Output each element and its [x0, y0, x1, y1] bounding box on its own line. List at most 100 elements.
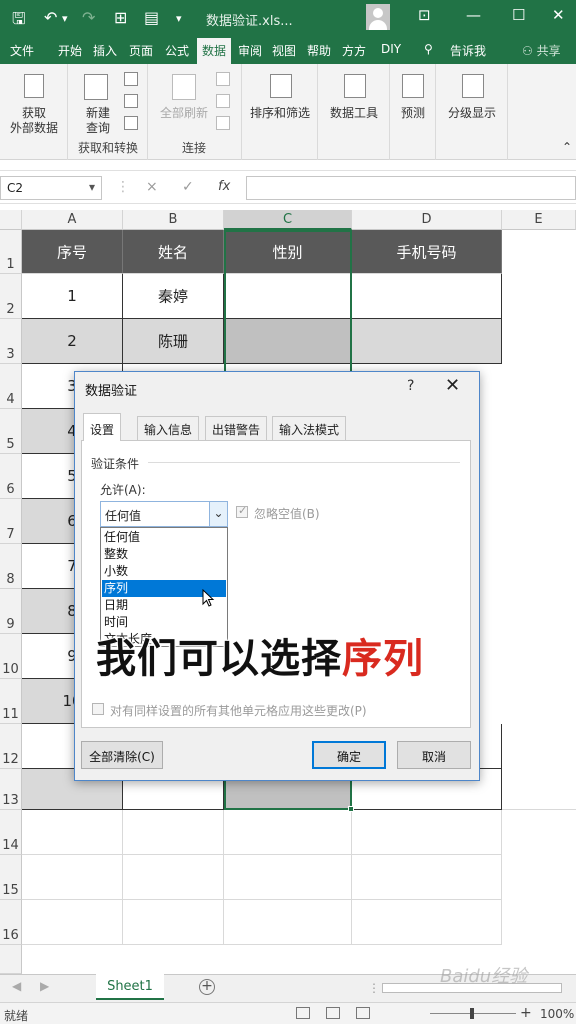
- page-layout-view-icon[interactable]: [326, 1007, 340, 1019]
- row-header[interactable]: 14: [0, 810, 22, 855]
- column-header-a[interactable]: A: [22, 210, 123, 230]
- row-header[interactable]: 2: [0, 274, 22, 319]
- dialog-tab-ime-mode[interactable]: 输入法模式: [272, 416, 347, 440]
- column-header-b[interactable]: B: [123, 210, 224, 230]
- table-cell[interactable]: [352, 274, 502, 319]
- row-header[interactable]: 3: [0, 319, 22, 364]
- row-header[interactable]: 5: [0, 409, 22, 454]
- option-whole-number[interactable]: 整数: [102, 546, 226, 563]
- allow-select[interactable]: 任何值 ⌄: [100, 501, 228, 527]
- cell[interactable]: [22, 900, 123, 945]
- minimize-icon[interactable]: —: [466, 6, 481, 24]
- sort-filter-button[interactable]: 排序和筛选: [246, 106, 314, 121]
- cancel-formula-icon[interactable]: ×: [146, 179, 158, 195]
- row-header[interactable]: 16: [0, 900, 22, 945]
- undo-dropdown-icon[interactable]: ▾: [62, 12, 68, 25]
- fill-handle[interactable]: [348, 806, 354, 812]
- select-all-corner[interactable]: [0, 210, 22, 230]
- zoom-in-icon[interactable]: +: [520, 1005, 532, 1021]
- row-header[interactable]: 12: [0, 724, 22, 769]
- undo-icon[interactable]: ↶: [44, 8, 57, 27]
- scroll-left-icon[interactable]: ◀: [12, 979, 21, 993]
- option-any-value[interactable]: 任何值: [102, 529, 226, 546]
- tab-review[interactable]: 审阅: [238, 42, 262, 59]
- row-header[interactable]: 11: [0, 679, 22, 724]
- customize-quick-access-icon[interactable]: ▾: [176, 12, 182, 25]
- table-cell[interactable]: [352, 319, 502, 364]
- cell[interactable]: [352, 900, 502, 945]
- refresh-all-button[interactable]: 全部刷新: [154, 106, 214, 121]
- data-tools-button[interactable]: 数据工具: [322, 106, 386, 121]
- table-cell[interactable]: [224, 319, 352, 364]
- table-cell[interactable]: 2: [22, 319, 123, 364]
- table-header-cell[interactable]: 姓名: [123, 230, 224, 274]
- row-header[interactable]: 4: [0, 364, 22, 409]
- recent-sources-icon[interactable]: [124, 116, 138, 130]
- column-header-d[interactable]: D: [352, 210, 502, 230]
- table-cell[interactable]: 陈珊: [123, 319, 224, 364]
- tab-diy[interactable]: DIY: [381, 42, 401, 56]
- cell[interactable]: [352, 855, 502, 900]
- maximize-icon[interactable]: ☐: [512, 6, 525, 24]
- connections-icon[interactable]: [216, 72, 230, 86]
- tab-insert[interactable]: 插入: [93, 42, 117, 59]
- zoom-slider-knob[interactable]: [470, 1008, 474, 1019]
- scroll-right-icon[interactable]: ▶: [40, 979, 49, 993]
- row-header[interactable]: 8: [0, 544, 22, 589]
- dialog-close-icon[interactable]: ✕: [445, 375, 460, 396]
- row-header[interactable]: 9: [0, 589, 22, 634]
- column-header-c[interactable]: C: [224, 210, 352, 230]
- tab-fangfang[interactable]: 方方: [342, 42, 366, 59]
- cell[interactable]: [224, 810, 352, 855]
- normal-view-icon[interactable]: [296, 1007, 310, 1019]
- cell[interactable]: [22, 855, 123, 900]
- row-header[interactable]: 10: [0, 634, 22, 679]
- share-button[interactable]: ⚇ 共享: [522, 42, 561, 59]
- cell[interactable]: [123, 900, 224, 945]
- lightbulb-icon[interactable]: ⚲: [424, 42, 433, 56]
- row-header[interactable]: 15: [0, 855, 22, 900]
- table-cell[interactable]: 1: [22, 274, 123, 319]
- active-cell[interactable]: [224, 274, 352, 319]
- tab-data[interactable]: 数据: [197, 38, 232, 64]
- dialog-tab-input-message[interactable]: 输入信息: [137, 416, 200, 440]
- cell[interactable]: [224, 855, 352, 900]
- borders-icon[interactable]: ⊞: [114, 8, 127, 27]
- column-header-e[interactable]: E: [502, 210, 576, 230]
- column-e-cells[interactable]: [502, 230, 576, 810]
- dialog-tab-error-alert[interactable]: 出错警告: [205, 416, 268, 440]
- row-header[interactable]: 7: [0, 499, 22, 544]
- from-table-icon[interactable]: [124, 94, 138, 108]
- name-box[interactable]: C2: [0, 176, 102, 200]
- sheet-tab-sheet1[interactable]: Sheet1: [96, 974, 164, 1000]
- clear-all-button[interactable]: 全部清除(C): [81, 741, 163, 769]
- table-header-cell[interactable]: 序号: [22, 230, 123, 274]
- cell[interactable]: [352, 810, 502, 855]
- zoom-level[interactable]: 100%: [540, 1007, 574, 1021]
- dialog-tab-settings[interactable]: 设置: [83, 413, 122, 441]
- collapse-ribbon-icon[interactable]: ⌃: [560, 140, 574, 155]
- form-icon[interactable]: ▤: [144, 8, 159, 27]
- ignore-blank-checkbox[interactable]: [236, 504, 248, 518]
- edit-links-icon[interactable]: [216, 116, 230, 130]
- table-cell[interactable]: 秦婷: [123, 274, 224, 319]
- tell-me-search[interactable]: 告诉我: [450, 42, 486, 59]
- forecast-button[interactable]: 预测: [390, 106, 436, 121]
- formula-input[interactable]: [246, 176, 576, 200]
- table-header-cell[interactable]: 手机号码: [352, 230, 502, 274]
- add-sheet-icon[interactable]: +: [199, 979, 215, 995]
- user-avatar-icon[interactable]: [366, 4, 390, 30]
- cell[interactable]: [22, 810, 123, 855]
- option-decimal[interactable]: 小数: [102, 563, 226, 580]
- apply-to-all-checkbox[interactable]: [92, 703, 104, 715]
- new-query-button[interactable]: 新建 查询: [74, 106, 122, 136]
- enter-formula-icon[interactable]: ✓: [182, 179, 194, 195]
- tab-view[interactable]: 视图: [272, 42, 296, 59]
- tab-split-icon[interactable]: ⋮: [368, 981, 380, 995]
- cell[interactable]: [224, 900, 352, 945]
- get-external-data-button[interactable]: 获取 外部数据: [0, 106, 68, 136]
- close-icon[interactable]: ✕: [552, 6, 565, 24]
- row-header[interactable]: [0, 945, 22, 974]
- cancel-button[interactable]: 取消: [397, 741, 471, 769]
- chevron-down-icon[interactable]: ⌄: [209, 502, 227, 526]
